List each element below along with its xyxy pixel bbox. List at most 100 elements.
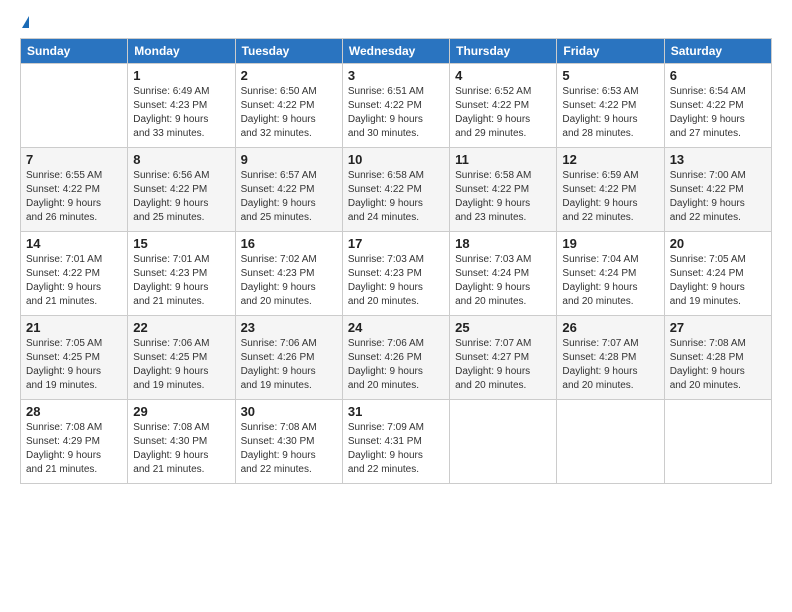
calendar-cell: 28 Sunrise: 7:08 AMSunset: 4:29 PMDayligh… (21, 400, 128, 484)
calendar-cell: 30 Sunrise: 7:08 AMSunset: 4:30 PMDayligh… (235, 400, 342, 484)
calendar-cell: 11 Sunrise: 6:58 AMSunset: 4:22 PMDayligh… (450, 148, 557, 232)
day-number: 23 (241, 320, 337, 335)
day-number: 11 (455, 152, 551, 167)
day-info: Sunrise: 7:05 AMSunset: 4:25 PMDaylight:… (26, 337, 122, 393)
logo-triangle-icon (22, 16, 29, 28)
calendar-cell: 29 Sunrise: 7:08 AMSunset: 4:30 PMDayligh… (128, 400, 235, 484)
day-info: Sunrise: 7:05 AMSunset: 4:24 PMDaylight:… (670, 253, 766, 309)
day-info: Sunrise: 7:08 AMSunset: 4:30 PMDaylight:… (133, 421, 229, 477)
calendar-cell: 2 Sunrise: 6:50 AMSunset: 4:22 PMDaylight… (235, 64, 342, 148)
calendar-cell: 21 Sunrise: 7:05 AMSunset: 4:25 PMDayligh… (21, 316, 128, 400)
day-number: 25 (455, 320, 551, 335)
day-info: Sunrise: 6:50 AMSunset: 4:22 PMDaylight:… (241, 85, 337, 141)
calendar-cell: 20Sunrise: 7:05 AMSunset: 4:24 PMDayligh… (664, 232, 771, 316)
day-info: Sunrise: 6:59 AMSunset: 4:22 PMDaylight:… (562, 169, 658, 225)
calendar-week-row: 14 Sunrise: 7:01 AMSunset: 4:22 PMDayligh… (21, 232, 772, 316)
day-info: Sunrise: 6:57 AMSunset: 4:22 PMDaylight:… (241, 169, 337, 225)
day-number: 13 (670, 152, 766, 167)
calendar-week-row: 7Sunrise: 6:55 AMSunset: 4:22 PMDaylight… (21, 148, 772, 232)
day-number: 14 (26, 236, 122, 251)
calendar-cell: 8 Sunrise: 6:56 AMSunset: 4:22 PMDaylight… (128, 148, 235, 232)
day-info: Sunrise: 7:04 AMSunset: 4:24 PMDaylight:… (562, 253, 658, 309)
day-number: 18 (455, 236, 551, 251)
day-number: 21 (26, 320, 122, 335)
day-number: 2 (241, 68, 337, 83)
calendar-cell: 9 Sunrise: 6:57 AMSunset: 4:22 PMDaylight… (235, 148, 342, 232)
day-info: Sunrise: 7:03 AMSunset: 4:24 PMDaylight:… (455, 253, 551, 309)
calendar-table: SundayMondayTuesdayWednesdayThursdayFrid… (20, 38, 772, 484)
calendar-cell: 3 Sunrise: 6:51 AMSunset: 4:22 PMDaylight… (342, 64, 449, 148)
day-number: 1 (133, 68, 229, 83)
day-info: Sunrise: 6:56 AMSunset: 4:22 PMDaylight:… (133, 169, 229, 225)
calendar-cell: 17Sunrise: 7:03 AMSunset: 4:23 PMDayligh… (342, 232, 449, 316)
calendar-cell: 16 Sunrise: 7:02 AMSunset: 4:23 PMDayligh… (235, 232, 342, 316)
day-info: Sunrise: 7:08 AMSunset: 4:29 PMDaylight:… (26, 421, 122, 477)
day-info: Sunrise: 7:01 AMSunset: 4:23 PMDaylight:… (133, 253, 229, 309)
calendar-header-row: SundayMondayTuesdayWednesdayThursdayFrid… (21, 39, 772, 64)
day-number: 19 (562, 236, 658, 251)
day-info: Sunrise: 6:54 AMSunset: 4:22 PMDaylight:… (670, 85, 766, 141)
day-info: Sunrise: 7:08 AMSunset: 4:28 PMDaylight:… (670, 337, 766, 393)
day-number: 22 (133, 320, 229, 335)
day-info: Sunrise: 7:09 AMSunset: 4:31 PMDaylight:… (348, 421, 444, 477)
day-number: 5 (562, 68, 658, 83)
day-number: 27 (670, 320, 766, 335)
day-number: 17 (348, 236, 444, 251)
calendar-header-tuesday: Tuesday (235, 39, 342, 64)
day-number: 30 (241, 404, 337, 419)
day-info: Sunrise: 7:00 AMSunset: 4:22 PMDaylight:… (670, 169, 766, 225)
calendar-cell: 5Sunrise: 6:53 AMSunset: 4:22 PMDaylight… (557, 64, 664, 148)
calendar-cell: 23 Sunrise: 7:06 AMSunset: 4:26 PMDayligh… (235, 316, 342, 400)
day-number: 31 (348, 404, 444, 419)
day-info: Sunrise: 7:02 AMSunset: 4:23 PMDaylight:… (241, 253, 337, 309)
day-info: Sunrise: 6:55 AMSunset: 4:22 PMDaylight:… (26, 169, 122, 225)
day-info: Sunrise: 6:52 AMSunset: 4:22 PMDaylight:… (455, 85, 551, 141)
calendar-cell: 19 Sunrise: 7:04 AMSunset: 4:24 PMDayligh… (557, 232, 664, 316)
day-number: 15 (133, 236, 229, 251)
calendar-cell: 14 Sunrise: 7:01 AMSunset: 4:22 PMDayligh… (21, 232, 128, 316)
calendar-cell: 7Sunrise: 6:55 AMSunset: 4:22 PMDaylight… (21, 148, 128, 232)
day-number: 10 (348, 152, 444, 167)
day-info: Sunrise: 7:06 AMSunset: 4:25 PMDaylight:… (133, 337, 229, 393)
day-number: 9 (241, 152, 337, 167)
day-number: 28 (26, 404, 122, 419)
calendar-header-friday: Friday (557, 39, 664, 64)
calendar-week-row: 21 Sunrise: 7:05 AMSunset: 4:25 PMDayligh… (21, 316, 772, 400)
calendar-week-row: 1 Sunrise: 6:49 AMSunset: 4:23 PMDaylight… (21, 64, 772, 148)
calendar-cell: 26 Sunrise: 7:07 AMSunset: 4:28 PMDayligh… (557, 316, 664, 400)
day-info: Sunrise: 6:58 AMSunset: 4:22 PMDaylight:… (348, 169, 444, 225)
calendar-cell: 25 Sunrise: 7:07 AMSunset: 4:27 PMDayligh… (450, 316, 557, 400)
day-number: 6 (670, 68, 766, 83)
day-number: 3 (348, 68, 444, 83)
calendar-cell: 18 Sunrise: 7:03 AMSunset: 4:24 PMDayligh… (450, 232, 557, 316)
calendar-cell (21, 64, 128, 148)
calendar-cell: 24Sunrise: 7:06 AMSunset: 4:26 PMDayligh… (342, 316, 449, 400)
calendar-cell (450, 400, 557, 484)
day-number: 4 (455, 68, 551, 83)
calendar-cell: 15 Sunrise: 7:01 AMSunset: 4:23 PMDayligh… (128, 232, 235, 316)
calendar-header-monday: Monday (128, 39, 235, 64)
day-number: 29 (133, 404, 229, 419)
day-info: Sunrise: 7:08 AMSunset: 4:30 PMDaylight:… (241, 421, 337, 477)
calendar-cell: 4 Sunrise: 6:52 AMSunset: 4:22 PMDaylight… (450, 64, 557, 148)
day-info: Sunrise: 7:01 AMSunset: 4:22 PMDaylight:… (26, 253, 122, 309)
day-info: Sunrise: 7:07 AMSunset: 4:28 PMDaylight:… (562, 337, 658, 393)
day-info: Sunrise: 6:51 AMSunset: 4:22 PMDaylight:… (348, 85, 444, 141)
calendar-header-thursday: Thursday (450, 39, 557, 64)
calendar-cell: 12 Sunrise: 6:59 AMSunset: 4:22 PMDayligh… (557, 148, 664, 232)
day-number: 12 (562, 152, 658, 167)
calendar-header-wednesday: Wednesday (342, 39, 449, 64)
day-number: 16 (241, 236, 337, 251)
calendar-header-sunday: Sunday (21, 39, 128, 64)
day-number: 24 (348, 320, 444, 335)
day-number: 26 (562, 320, 658, 335)
day-info: Sunrise: 6:49 AMSunset: 4:23 PMDaylight:… (133, 85, 229, 141)
page: SundayMondayTuesdayWednesdayThursdayFrid… (0, 0, 792, 612)
calendar-cell: 27 Sunrise: 7:08 AMSunset: 4:28 PMDayligh… (664, 316, 771, 400)
day-info: Sunrise: 7:07 AMSunset: 4:27 PMDaylight:… (455, 337, 551, 393)
day-info: Sunrise: 6:58 AMSunset: 4:22 PMDaylight:… (455, 169, 551, 225)
calendar-week-row: 28 Sunrise: 7:08 AMSunset: 4:29 PMDayligh… (21, 400, 772, 484)
calendar-cell: 10 Sunrise: 6:58 AMSunset: 4:22 PMDayligh… (342, 148, 449, 232)
day-info: Sunrise: 7:06 AMSunset: 4:26 PMDaylight:… (241, 337, 337, 393)
day-number: 8 (133, 152, 229, 167)
